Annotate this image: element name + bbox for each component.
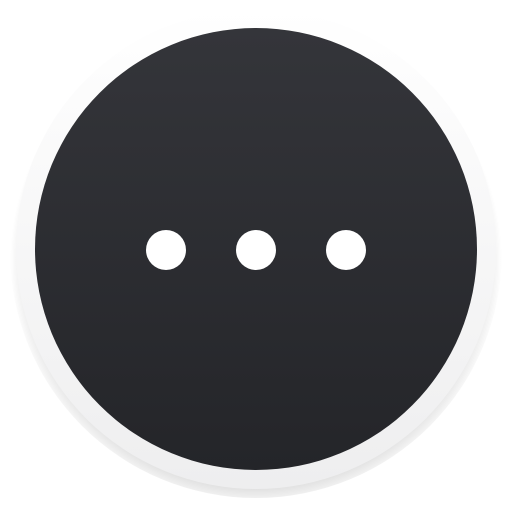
ellipsis-dots [146,230,366,270]
icon-canvas [0,0,512,512]
ellipsis-dot [236,230,276,270]
ellipsis-dot [326,230,366,270]
more-options-icon[interactable] [0,0,512,512]
more-options-icon-graphic [10,6,502,498]
ellipsis-dot [146,230,186,270]
